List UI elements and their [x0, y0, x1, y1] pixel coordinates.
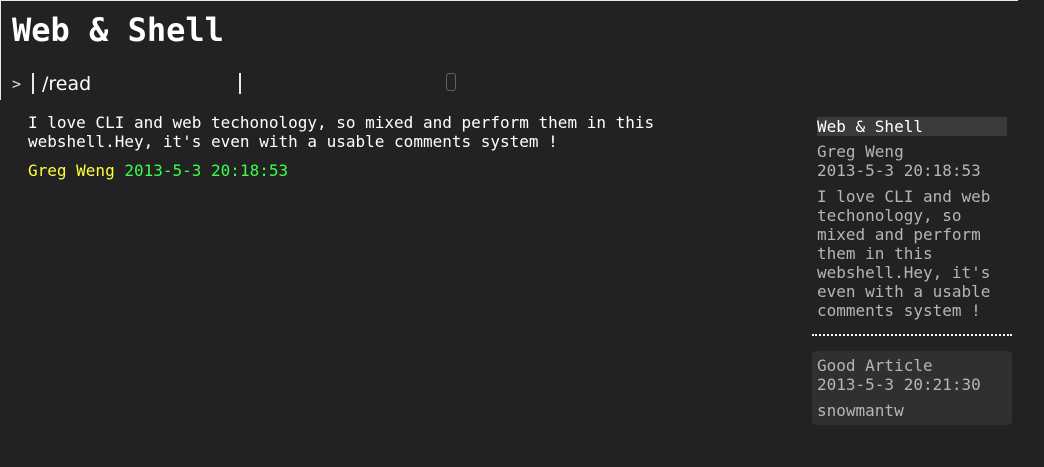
- post-author[interactable]: Greg Weng: [28, 161, 115, 180]
- input-caret: [32, 73, 34, 94]
- left-border: [0, 0, 1, 100]
- post-content: I love CLI and web techonology, so mixed…: [28, 113, 728, 180]
- post-body: I love CLI and web techonology, so mixed…: [28, 113, 655, 151]
- post-meta: Greg Weng 2013-5-3 20:18:53: [28, 161, 728, 180]
- comment-card[interactable]: Good Article 2013-5-3 20:21:30 snowmantw: [812, 351, 1012, 425]
- sidebar-post-excerpt: I love CLI and web techonology, so mixed…: [817, 187, 991, 320]
- sidebar-divider: [812, 334, 1012, 336]
- comment-title: Good Article: [817, 356, 933, 375]
- command-input[interactable]: /read: [42, 71, 91, 97]
- prompt-symbol: >: [12, 75, 22, 93]
- sidebar-post-date: 2013-5-3 20:18:53: [817, 161, 981, 180]
- sidebar: Web & Shell Greg Weng 2013-5-3 20:18:53 …: [812, 117, 1012, 425]
- device-icon[interactable]: [446, 73, 456, 91]
- input-end-caret: [239, 73, 241, 94]
- sidebar-post-title[interactable]: Web & Shell: [817, 117, 1007, 136]
- site-title: Web & Shell: [12, 11, 224, 49]
- post-date: 2013-5-3 20:18:53: [124, 161, 289, 180]
- comment-author: snowmantw: [817, 401, 904, 420]
- sidebar-post-author: Greg Weng: [817, 142, 904, 161]
- command-prompt[interactable]: > /read: [12, 70, 472, 98]
- comment-date: 2013-5-3 20:21:30: [817, 375, 981, 394]
- top-border: [0, 0, 1018, 1]
